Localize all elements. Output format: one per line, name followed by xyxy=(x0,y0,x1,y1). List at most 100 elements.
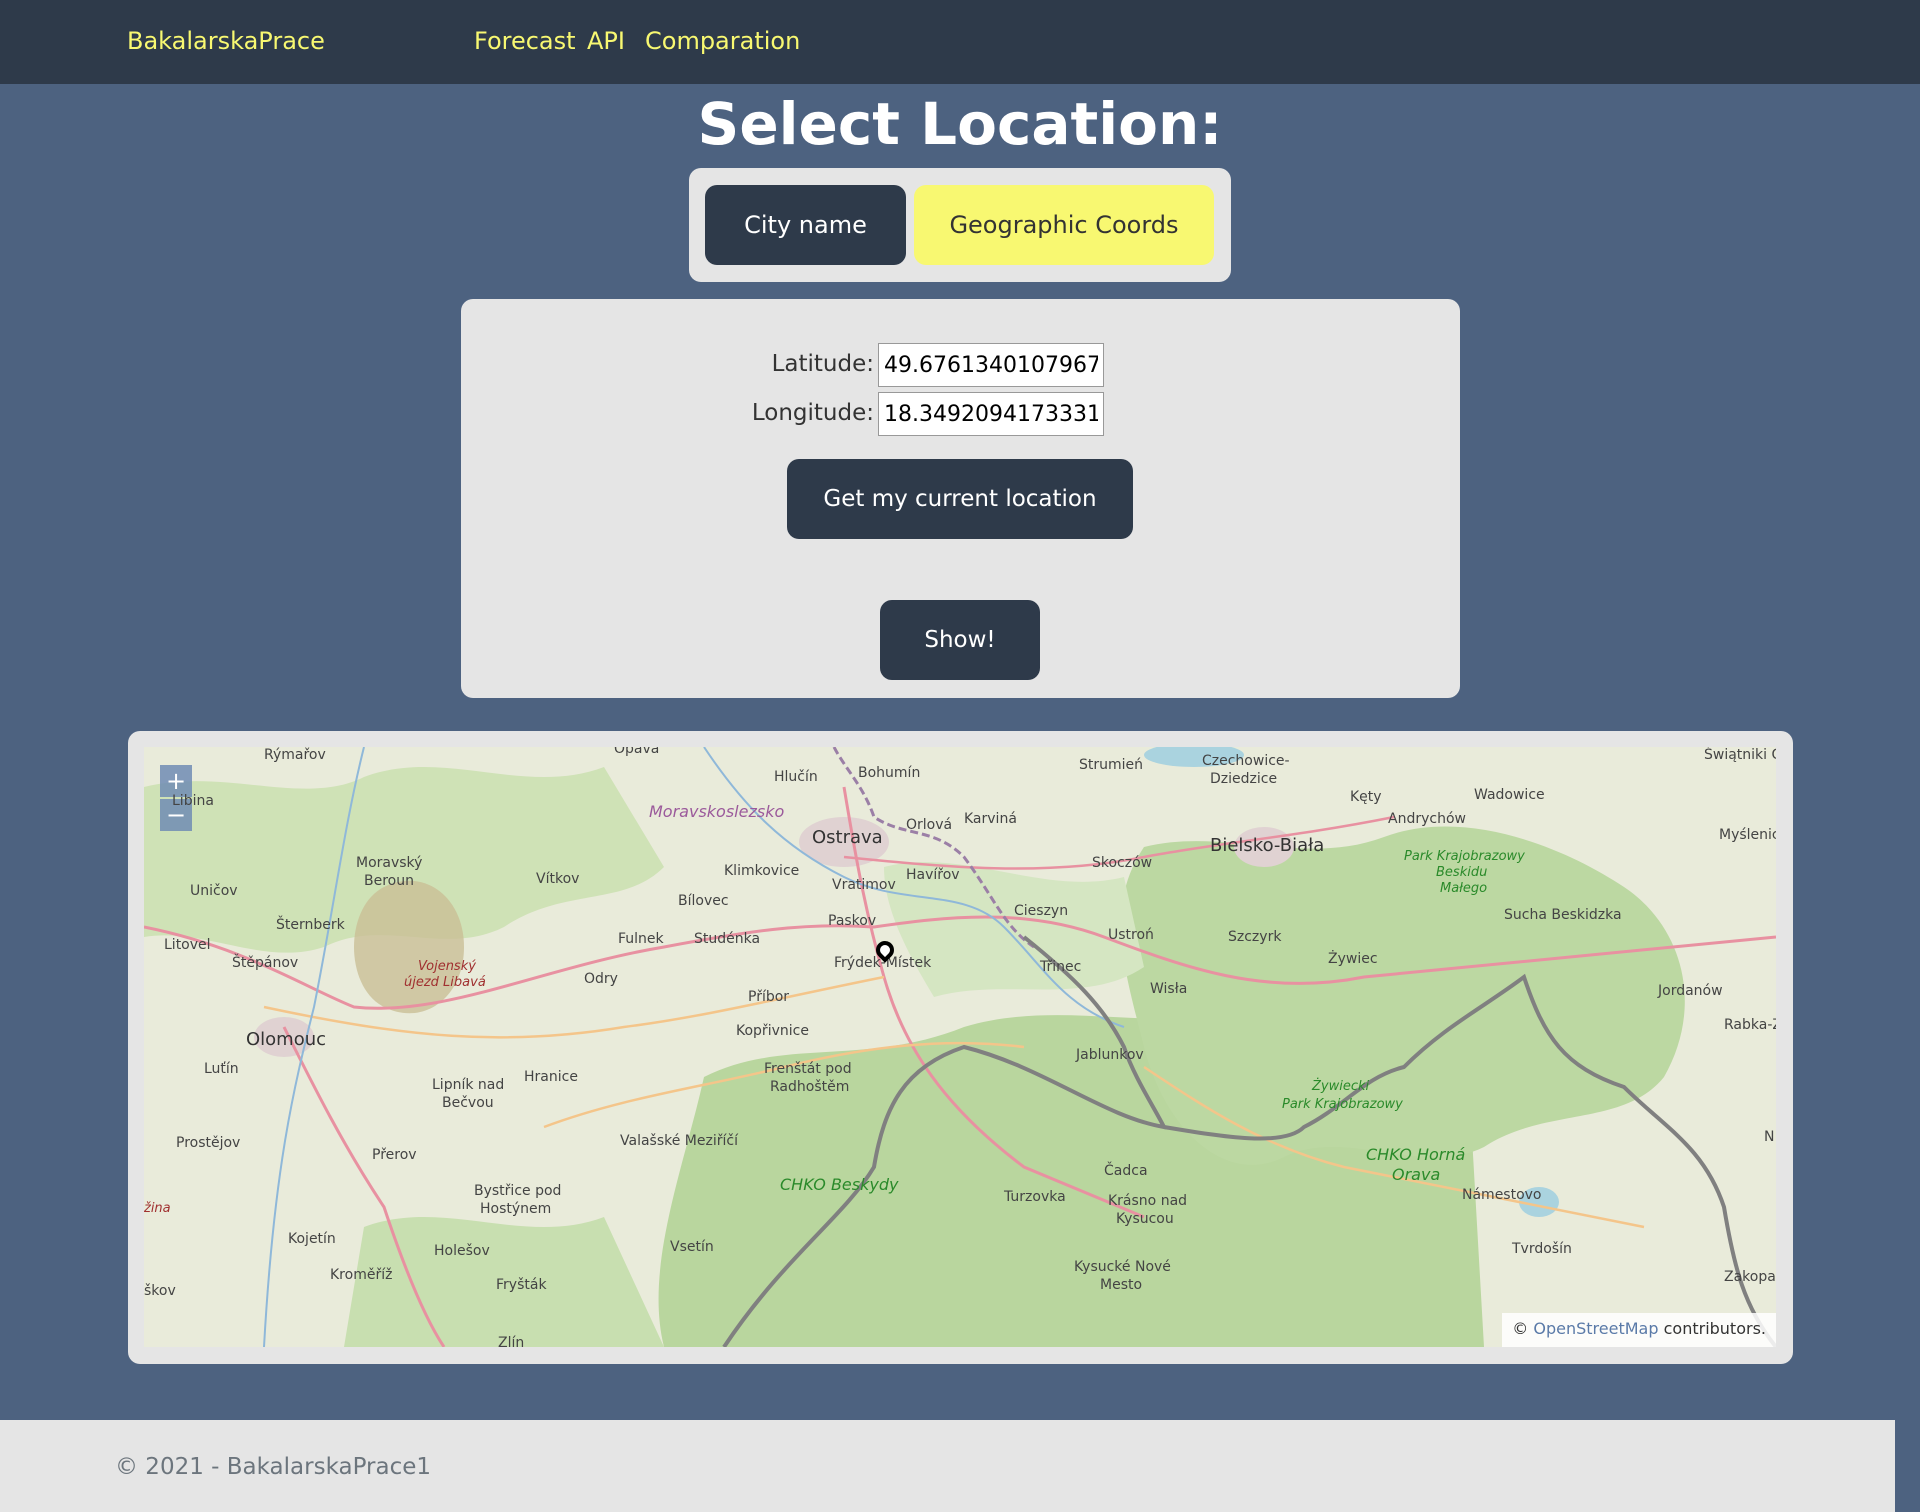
map-label: Szczyrk xyxy=(1228,929,1282,945)
navbar: BakalarskaPrace Forecast API Comparation xyxy=(0,0,1920,84)
map-label: Holešov xyxy=(434,1243,490,1259)
latitude-label: Latitude: xyxy=(771,351,874,377)
map-label: Fryšták xyxy=(496,1277,547,1293)
map-label: Zakopa xyxy=(1724,1269,1776,1285)
map-label: Beskidu xyxy=(1436,865,1488,880)
map-label: N xyxy=(1764,1129,1775,1145)
map-label: Fulnek xyxy=(618,931,664,947)
map-label: Libina xyxy=(172,793,214,809)
map-label: Wadowice xyxy=(1474,787,1545,803)
map-label: Kysucou xyxy=(1116,1211,1174,1227)
map-label: Frenštát pod xyxy=(764,1061,852,1077)
map-label: Świątniki G xyxy=(1704,747,1776,763)
map-label: CHKO Horná xyxy=(1366,1145,1466,1164)
map-label: Vojenský xyxy=(418,959,476,974)
map-label: Kopřivnice xyxy=(736,1023,809,1039)
map-label: Bečvou xyxy=(442,1095,494,1111)
map-label: Olomouc xyxy=(246,1029,327,1050)
map-label: Turzovka xyxy=(1004,1189,1066,1205)
map-label: Andrychów xyxy=(1388,811,1466,827)
map-label: Cieszyn xyxy=(1014,903,1069,919)
page-title: Select Location: xyxy=(697,90,1223,158)
geographic-coords-button[interactable]: Geographic Coords xyxy=(914,185,1214,265)
map-label: Moravskoslezsko xyxy=(649,802,785,821)
map-label: Radhoštěm xyxy=(770,1079,850,1095)
map-label: Dziedzice xyxy=(1210,771,1278,787)
map-label: Litovel xyxy=(164,937,211,953)
map-label: Strumień xyxy=(1079,757,1144,773)
map-label: Jablunkov xyxy=(1076,1047,1144,1063)
map-label: Paskov xyxy=(828,913,877,929)
map-label: Námestovo xyxy=(1462,1187,1542,1203)
map-label: Park Krajobrazowy xyxy=(1282,1097,1403,1112)
map-label: Sucha Beskidzka xyxy=(1504,907,1622,923)
openstreetmap-link[interactable]: OpenStreetMap xyxy=(1533,1319,1658,1338)
longitude-input[interactable] xyxy=(878,392,1104,436)
map-label: žina xyxy=(144,1201,171,1216)
city-name-button[interactable]: City name xyxy=(705,185,906,265)
map-label: Bohumín xyxy=(858,765,921,781)
map-label: Uničov xyxy=(190,883,238,899)
show-button[interactable]: Show! xyxy=(880,600,1040,680)
map-label: Krásno nad xyxy=(1108,1193,1188,1209)
map-label: Vsetín xyxy=(670,1239,714,1255)
map-label: Prostějov xyxy=(176,1135,241,1151)
map-label: Myślenic xyxy=(1719,827,1776,843)
map-label: Kysucké Nové xyxy=(1074,1259,1171,1275)
map-attribution: © OpenStreetMap contributors. xyxy=(1502,1313,1776,1347)
map-label: Štěpánov xyxy=(232,955,299,971)
map[interactable]: + − Rýmařov Opava Hlučín Bohumín Strumie… xyxy=(144,747,1776,1347)
footer: © 2021 - BakalarskaPrace1 xyxy=(0,1420,1895,1512)
map-label: Żywiec xyxy=(1328,951,1378,967)
map-label: Wisła xyxy=(1150,981,1188,997)
map-label: Skoczów xyxy=(1092,855,1153,871)
map-label: Šternberk xyxy=(276,917,345,933)
map-background xyxy=(144,747,1776,1347)
map-label: Čadca xyxy=(1104,1163,1148,1179)
map-label: Hlučín xyxy=(774,769,818,785)
map-label: Hostýnem xyxy=(480,1201,552,1217)
map-label: Kęty xyxy=(1350,789,1382,805)
map-label: Rýmařov xyxy=(264,747,326,763)
latitude-input[interactable] xyxy=(878,343,1104,387)
map-label: Kojetín xyxy=(288,1231,336,1247)
map-label: Havířov xyxy=(906,867,960,883)
brand-link[interactable]: BakalarskaPrace xyxy=(127,27,325,55)
map-label: Bystřice pod xyxy=(474,1183,562,1199)
footer-copyright: © 2021 - BakalarskaPrace1 xyxy=(115,1454,432,1480)
map-label: Orava xyxy=(1392,1165,1441,1184)
longitude-label: Longitude: xyxy=(751,400,874,426)
map-label: Třinec xyxy=(1040,959,1082,975)
map-label: Tvrdošín xyxy=(1512,1241,1572,1257)
map-label: Mesto xyxy=(1100,1277,1143,1293)
nav-link-api[interactable]: API xyxy=(587,27,625,55)
map-label: Żywiecki xyxy=(1312,1079,1370,1094)
map-label: Bílovec xyxy=(678,893,729,909)
map-label: Kroměříž xyxy=(330,1267,393,1283)
map-label: Bielsko-Biała xyxy=(1210,835,1325,856)
map-label: Vratimov xyxy=(832,877,896,893)
map-label: Ostrava xyxy=(812,827,883,848)
map-label: Czechowice- xyxy=(1202,753,1290,769)
map-label: Přerov xyxy=(372,1147,417,1163)
map-label: Studénka xyxy=(694,931,761,947)
map-label: CHKO Beskydy xyxy=(780,1175,899,1194)
map-label: škov xyxy=(144,1283,176,1299)
map-panel: + − Rýmařov Opava Hlučín Bohumín Strumie… xyxy=(128,731,1793,1364)
map-label: Opava xyxy=(614,747,660,757)
map-label: Odry xyxy=(584,971,618,987)
map-label: Orlová xyxy=(906,817,953,833)
get-current-location-button[interactable]: Get my current location xyxy=(787,459,1133,539)
map-label: Vítkov xyxy=(536,871,580,887)
map-label: Klimkovice xyxy=(724,863,800,879)
nav-link-comparation[interactable]: Comparation xyxy=(645,27,800,55)
map-label: Moravský xyxy=(356,855,423,871)
map-label: Hranice xyxy=(524,1069,578,1085)
map-label: Valašské Meziříčí xyxy=(620,1133,738,1149)
map-label: Rabka-Z xyxy=(1724,1017,1776,1033)
map-label: újezd Libavá xyxy=(404,975,486,990)
nav-link-forecast[interactable]: Forecast xyxy=(474,27,576,55)
attribution-prefix: © xyxy=(1512,1319,1529,1338)
location-mode-toggle: City name Geographic Coords xyxy=(689,168,1231,282)
map-label: Lipník nad xyxy=(432,1077,505,1093)
